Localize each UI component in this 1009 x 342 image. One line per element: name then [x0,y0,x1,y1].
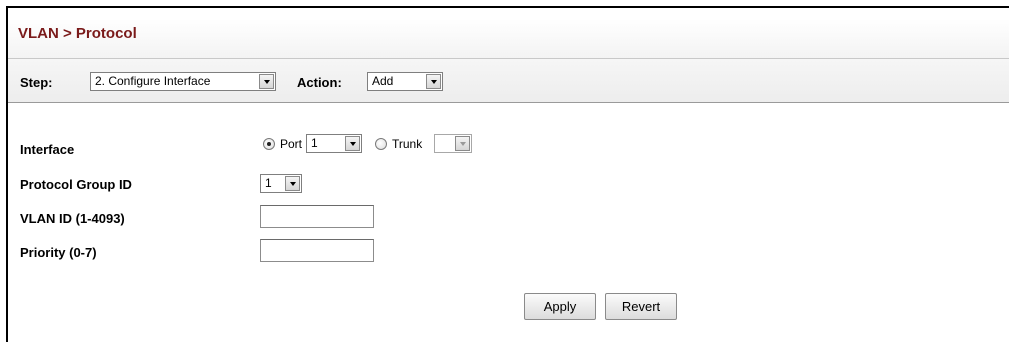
chevron-down-icon [455,136,470,151]
protocol-group-select[interactable]: 1 [260,174,302,193]
trunk-radio[interactable] [375,138,387,150]
port-select[interactable]: 1 [306,134,362,153]
protocol-group-value: 1 [265,176,272,190]
port-radio-label: Port [280,137,303,151]
trunk-select[interactable] [434,134,472,153]
page-title: VLAN > Protocol [18,25,137,42]
chevron-down-icon [426,74,441,89]
trunk-radio-label: Trunk [392,137,423,151]
action-select[interactable]: Add [367,72,443,91]
chevron-down-icon [285,176,300,191]
priority-label: Priority (0-7) [20,245,97,260]
chevron-down-icon [345,136,360,151]
step-label: Step: [20,75,53,90]
vlan-id-input[interactable] [260,205,374,228]
vlan-id-label: VLAN ID (1-4093) [20,211,125,226]
step-select[interactable]: 2. Configure Interface [90,72,276,91]
step-select-value: 2. Configure Interface [95,74,211,88]
interface-label: Interface [20,142,75,157]
revert-button[interactable]: Revert [605,293,677,320]
apply-button[interactable]: Apply [524,293,596,320]
protocol-group-label: Protocol Group ID [20,177,132,192]
port-radio[interactable] [263,138,275,150]
port-select-value: 1 [311,136,318,150]
title-bar [8,19,1009,59]
action-label: Action: [297,75,342,90]
chevron-down-icon [259,74,274,89]
action-select-value: Add [372,74,394,88]
priority-input[interactable] [260,239,374,262]
